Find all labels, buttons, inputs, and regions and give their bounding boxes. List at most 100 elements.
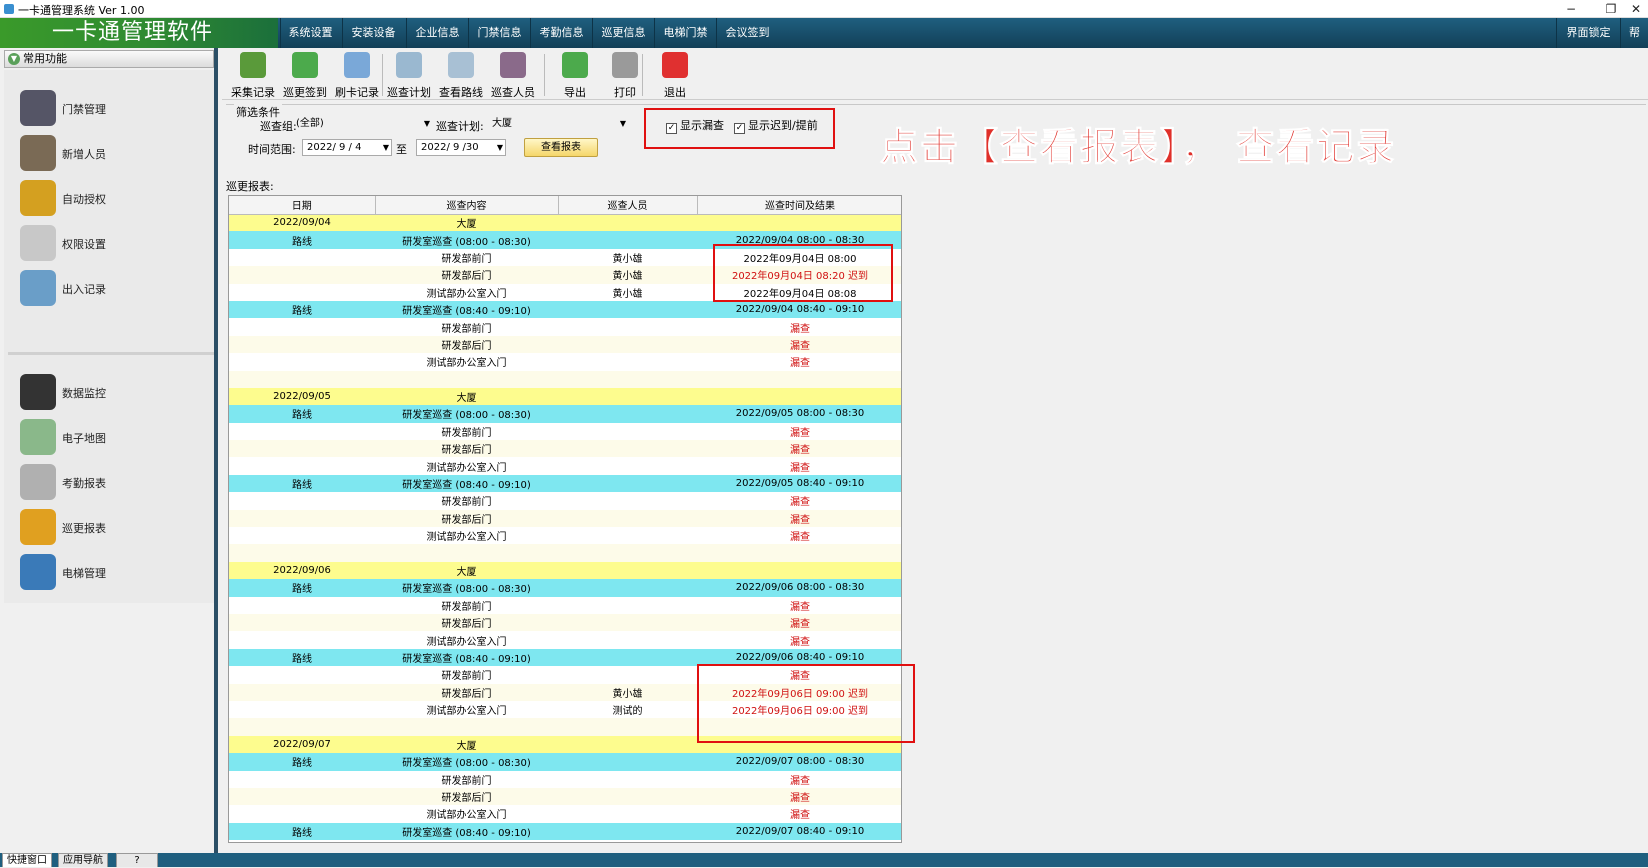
menu-item[interactable]: 系统设置 (280, 18, 340, 48)
table-row[interactable]: 路线 研发室巡查 (08:00 - 08:30) 2022/09/07 08:00 … (229, 753, 901, 771)
left-panel: ▼ 常用功能 门禁管理新增人员自动授权权限设置出入记录 数据监控电子地图考勤报表… (0, 48, 218, 853)
table-row[interactable]: 研发部前门 漏查 (229, 771, 901, 788)
toolbar-button[interactable]: 巡更签到 (280, 50, 330, 99)
column-header[interactable]: 巡查时间及结果 (697, 196, 901, 215)
table-row[interactable]: 路线 研发室巡查 (08:00 - 08:30) 2022/09/06 08:00 … (229, 579, 901, 597)
menu-item[interactable]: 考勤信息 (530, 18, 592, 48)
left-panel-item[interactable]: 新增人员 (16, 133, 206, 173)
table-row[interactable]: 研发部前门 漏查 (229, 597, 901, 614)
calendar-dropdown-icon[interactable]: ▼ (383, 140, 389, 155)
left-panel-item[interactable]: 门禁管理 (16, 88, 206, 128)
left-panel-header[interactable]: ▼ 常用功能 (4, 50, 214, 68)
calendar-dropdown-icon[interactable]: ▼ (497, 140, 503, 155)
toolbar-button[interactable]: 刷卡记录 (332, 50, 382, 99)
table-row[interactable]: 路线 研发室巡查 (08:40 - 09:10) 2022/09/04 08:40 … (229, 300, 901, 319)
table-cell: 漏查 (790, 601, 810, 613)
menu-item[interactable]: 巡更信息 (592, 18, 654, 48)
table-row[interactable]: 测试部办公室入门 漏查 (229, 527, 901, 544)
table-row[interactable]: 研发部前门 漏查 (229, 423, 901, 440)
patrol-group-select[interactable]: (全部) ▼ (292, 116, 432, 133)
minimize-button[interactable]: − (1556, 0, 1586, 18)
left-panel-item[interactable]: 自动授权 (16, 178, 206, 218)
table-row[interactable]: 2022/09/04 大厦 (229, 214, 901, 232)
door-control-icon (20, 90, 56, 126)
close-button[interactable]: ✕ (1624, 0, 1648, 18)
add-icon (292, 52, 318, 78)
table-row[interactable] (229, 370, 901, 388)
table-row[interactable]: 路线 研发室巡查 (08:40 - 09:10) 2022/09/05 08:40 … (229, 474, 901, 493)
menu-right-item[interactable]: 帮 (1620, 18, 1648, 48)
date-from-picker[interactable]: 2022/ 9 / 4 ▼ (302, 139, 392, 156)
dropdown-arrow-icon[interactable]: ▼ (620, 116, 626, 131)
column-header[interactable]: 巡查人员 (558, 196, 698, 215)
table-cell (558, 492, 697, 509)
toolbar-button[interactable]: 采集记录 (228, 50, 278, 99)
table-row[interactable] (229, 544, 901, 562)
table-row[interactable]: 测试部办公室入门 漏查 (229, 457, 901, 474)
date-to-picker[interactable]: 2022/ 9 /30 ▼ (416, 139, 506, 156)
window-titlebar: 一卡通管理系统 Ver 1.00 − ❐ ✕ (0, 0, 1648, 18)
table-row[interactable]: 测试部办公室入门 漏查 (229, 353, 901, 370)
patrol-plan-select[interactable]: 大厦 ▼ (488, 116, 628, 133)
left-panel-item[interactable]: 权限设置 (16, 223, 206, 263)
table-row[interactable]: 路线 研发室巡查 (08:40 - 09:10) 2022/09/07 08:40 … (229, 822, 901, 841)
table-cell: 研发室巡查 (08:40 - 09:10) (375, 300, 558, 319)
table-row[interactable]: 研发部前门 漏查 (229, 492, 901, 509)
collapse-icon[interactable]: ▼ (8, 53, 20, 65)
table-row[interactable]: 2022/09/05 大厦 (229, 387, 901, 406)
table-cell: 研发部前门 (441, 775, 492, 787)
left-panel-item[interactable]: 电子地图 (16, 417, 206, 457)
menu-item[interactable]: 安装设备 (342, 18, 404, 48)
toolbar-button-label: 查看路线 (439, 86, 483, 99)
column-header[interactable]: 巡查内容 (375, 196, 559, 215)
column-header[interactable]: 日期 (229, 196, 376, 215)
toolbar-button[interactable]: 导出 (550, 50, 600, 99)
table-row[interactable]: 研发部后门 漏查 (229, 787, 901, 806)
toolbar-separator (642, 54, 643, 96)
toolbar-button[interactable]: 巡查人员 (488, 50, 538, 99)
date-from-value: 2022/ 9 / 4 (307, 142, 362, 153)
toolbar-button-label: 巡查计划 (387, 86, 431, 99)
menu-item[interactable]: 会议签到 (716, 18, 778, 48)
table-row[interactable]: 研发部后门 漏查 (229, 335, 901, 354)
tab-quick-window[interactable]: 快捷窗口 (2, 853, 52, 867)
left-panel-item[interactable]: 巡更报表 (16, 507, 206, 547)
help-icon[interactable]: ? (116, 853, 158, 867)
table-row[interactable]: 研发部后门 漏查 (229, 613, 901, 632)
report-title: 巡更报表: (226, 180, 274, 193)
table-cell: 测试的 (612, 706, 643, 718)
patrol-plan-value: 大厦 (492, 118, 512, 129)
left-panel-item[interactable]: 数据监控 (16, 372, 206, 412)
left-panel-item[interactable]: 电梯管理 (16, 552, 206, 592)
table-row[interactable]: 路线 研发室巡查 (08:00 - 08:30) 2022/09/05 08:00 … (229, 405, 901, 423)
tab-app-navigation[interactable]: 应用导航 (58, 853, 108, 867)
left-panel-item-label: 电子地图 (62, 432, 106, 445)
table-row[interactable]: 研发部后门 漏查 (229, 440, 901, 458)
patrol-icon (20, 509, 56, 545)
power-icon (662, 52, 688, 78)
menu-item[interactable]: 电梯门禁 (654, 18, 716, 48)
table-row[interactable]: 研发部后门 漏查 (229, 509, 901, 528)
table-cell (229, 284, 375, 301)
restore-button[interactable]: ❐ (1596, 0, 1626, 18)
menu-item[interactable]: 门禁信息 (468, 18, 530, 48)
toolbar-button[interactable]: 查看路线 (436, 50, 486, 99)
table-cell: 漏查 (790, 810, 810, 822)
table-cell (375, 370, 558, 388)
view-report-button[interactable]: 查看报表 (524, 138, 598, 157)
left-panel-item[interactable]: 考勤报表 (16, 462, 206, 502)
dropdown-arrow-icon[interactable]: ▼ (424, 116, 430, 131)
toolbar-button[interactable]: 巡查计划 (384, 50, 434, 99)
table-cell (229, 492, 375, 509)
toolbar-button-label: 刷卡记录 (335, 86, 379, 99)
toolbar-button[interactable]: 退出 (650, 50, 700, 99)
table-row[interactable]: 研发部前门 漏查 (229, 318, 901, 335)
table-cell (558, 423, 697, 440)
left-panel-item-label: 权限设置 (62, 238, 106, 251)
menu-right-item[interactable]: 界面锁定 (1556, 18, 1620, 48)
left-panel-item[interactable]: 出入记录 (16, 268, 206, 308)
table-row[interactable]: 测试部办公室入门 漏查 (229, 805, 901, 822)
menu-item[interactable]: 企业信息 (406, 18, 468, 48)
table-row[interactable]: 测试部办公室入门 漏查 (229, 631, 901, 648)
table-row[interactable]: 2022/09/06 大厦 (229, 561, 901, 580)
